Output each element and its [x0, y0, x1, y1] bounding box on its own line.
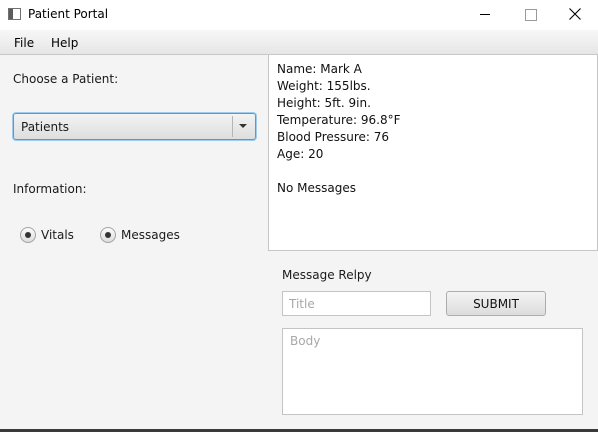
vitals-radio-button[interactable] — [20, 227, 36, 243]
title-bar: Patient Portal — [0, 0, 598, 30]
patient-name: Name: Mark A — [277, 62, 362, 76]
messages-status: No Messages — [277, 181, 356, 195]
title-input[interactable] — [282, 291, 431, 316]
vitals-radio[interactable]: Vitals — [20, 225, 80, 245]
radio-selected-dot — [105, 232, 111, 238]
messages-radio-label[interactable]: Messages — [121, 228, 180, 242]
dropdown-divider — [232, 116, 233, 137]
patient-weight: Weight: 155lbs. — [277, 79, 371, 93]
menu-bar: File Help — [0, 30, 598, 55]
close-icon[interactable] — [552, 0, 598, 30]
minimize-icon[interactable] — [462, 0, 508, 30]
menu-help[interactable]: Help — [51, 36, 78, 50]
maximize-icon[interactable] — [508, 0, 554, 30]
patient-temperature: Temperature: 96.8°F — [277, 113, 401, 127]
window-title: Patient Portal — [28, 7, 109, 21]
app-window-icon — [8, 8, 21, 20]
vitals-radio-label[interactable]: Vitals — [41, 228, 74, 242]
submit-button[interactable]: SUBMIT — [446, 291, 546, 316]
messages-radio[interactable]: Messages — [100, 225, 180, 245]
patient-info-pane: Name: Mark A Weight: 155lbs. Height: 5ft… — [268, 55, 598, 251]
patient-height: Height: 5ft. 9in. — [277, 96, 371, 110]
patient-dropdown-value: Patients — [21, 120, 70, 134]
information-label: Information: — [13, 182, 87, 196]
choose-patient-label: Choose a Patient: — [13, 72, 119, 86]
messages-radio-button[interactable] — [100, 227, 116, 243]
patient-age: Age: 20 — [277, 147, 324, 161]
patient-dropdown[interactable]: Patients — [13, 113, 256, 140]
chevron-down-icon[interactable] — [239, 124, 247, 128]
patient-blood-pressure: Blood Pressure: 76 — [277, 130, 390, 144]
message-reply-label: Message Relpy — [282, 268, 372, 282]
body-textarea[interactable] — [282, 328, 583, 415]
radio-selected-dot — [25, 232, 31, 238]
menu-file[interactable]: File — [14, 36, 34, 50]
